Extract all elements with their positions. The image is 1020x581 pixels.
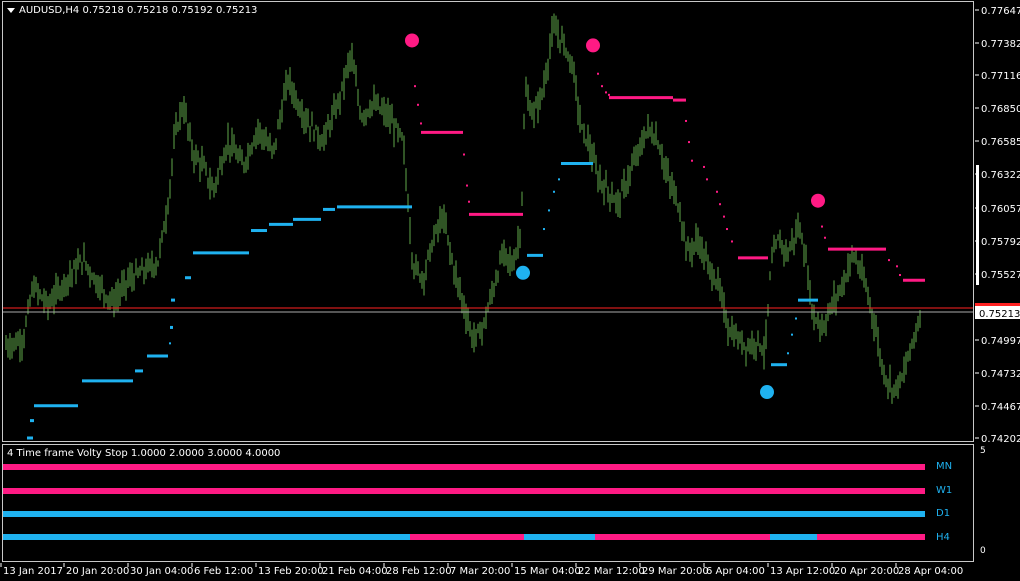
bull-stop-dot — [558, 178, 560, 181]
time-label: 22 Mar 12:00 — [578, 566, 645, 577]
mn-state-bar — [3, 464, 925, 470]
time-label: 28 Apr 04:00 — [898, 566, 963, 577]
indicator-panel[interactable]: 4 Time frame Volty Stop 1.0000 2.0000 3.… — [2, 444, 974, 562]
price-label: 0.74732 — [981, 369, 1020, 380]
bull-stop-dot — [553, 190, 555, 193]
reversal-signal-icon — [760, 385, 774, 400]
bear-stop-dot — [414, 85, 416, 88]
symbol-quote: AUDUSD,H4 0.75218 0.75218 0.75192 0.7521… — [19, 5, 258, 16]
time-label: 29 Mar 20:00 — [642, 566, 709, 577]
bear-stop-dot — [726, 228, 728, 231]
volty-stop-indicator — [3, 464, 925, 540]
indicator-title: 4 Time frame Volty Stop 1.0000 2.0000 3.… — [7, 448, 281, 459]
price-chart — [3, 13, 973, 440]
bull-stop-line — [27, 161, 818, 440]
row-label-d1: D1 — [936, 508, 951, 519]
bull-stop-dot — [543, 228, 545, 231]
indicator-axis-bottom: 0 — [980, 546, 986, 556]
bear-stop-dot — [896, 265, 898, 268]
bear-stop-dot — [691, 159, 693, 162]
time-label: 6 Feb 12:00 — [194, 566, 253, 577]
price-label: 0.74202 — [981, 434, 1020, 445]
h4-state-segment — [770, 534, 817, 540]
time-label: 13 Jan 2017 — [3, 566, 63, 577]
time-label: 28 Feb 12:00 — [386, 566, 452, 577]
time-label: 21 Feb 04:00 — [322, 566, 388, 577]
price-bars — [5, 13, 921, 404]
price-axis-labels: 0.77647 0.77382 0.77116 0.76850 0.76585 0.763… — [975, 6, 1020, 445]
time-label: 20 Jan 20:00 — [66, 566, 129, 577]
bear-stop-dot — [719, 203, 721, 206]
price-label: 0.76585 — [981, 137, 1020, 148]
h4-state-segment — [3, 534, 410, 540]
price-axis[interactable]: 0.77647 0.77382 0.77116 0.76850 0.76585 0.763… — [975, 0, 1020, 563]
bull-stop-dot — [169, 342, 171, 345]
time-label: 13 Feb 20:00 — [258, 566, 324, 577]
time-axis[interactable]: 13 Jan 2017 20 Jan 20:00 30 Jan 04:00 6 Feb… — [0, 563, 1020, 581]
h4-state-segment — [595, 534, 770, 540]
bear-stop-dot — [463, 153, 465, 156]
price-label: 0.77382 — [981, 39, 1020, 50]
bear-stop-dot — [601, 85, 603, 88]
time-label: 20 Apr 20:00 — [834, 566, 899, 577]
bear-stop-dot — [597, 72, 599, 75]
time-label: 7 Mar 20:00 — [450, 566, 510, 577]
row-label-w1: W1 — [936, 485, 953, 496]
bear-stop-dot — [420, 122, 422, 125]
bear-stop-dot — [821, 225, 823, 228]
chart-header: AUDUSD,H4 0.75218 0.75218 0.75192 0.7521… — [7, 5, 257, 16]
w1-state-bar — [3, 488, 925, 494]
reversal-signal-icon — [405, 33, 419, 48]
bear-stop-dot — [888, 259, 890, 262]
price-label: 0.76322 — [981, 170, 1020, 181]
price-label: 0.74467 — [981, 402, 1020, 413]
price-label: 0.76850 — [981, 104, 1020, 115]
price-label: 0.75792 — [981, 237, 1020, 248]
bear-stop-dot — [466, 184, 468, 187]
bull-stop-dot — [795, 317, 797, 320]
price-label: 0.77647 — [981, 6, 1020, 17]
time-label: 6 Apr 04:00 — [706, 566, 765, 577]
bear-stop-dot — [417, 103, 419, 106]
bear-stop-dot — [706, 178, 708, 181]
price-label: 0.75213 — [979, 309, 1020, 320]
h4-state-segment — [524, 534, 595, 540]
indicator-axis-top: 5 — [980, 446, 986, 456]
h4-state-segment — [817, 534, 925, 540]
reversal-signal-icon — [586, 38, 600, 53]
main-chart-panel[interactable]: AUDUSD,H4 0.75218 0.75218 0.75192 0.7521… — [2, 1, 974, 442]
time-label: 30 Jan 04:00 — [130, 566, 193, 577]
price-label: 0.74997 — [981, 336, 1020, 347]
bull-stop-dot — [791, 333, 793, 336]
time-axis-labels: 13 Jan 2017 20 Jan 20:00 30 Jan 04:00 6 Feb… — [0, 563, 963, 577]
bear-stop-dot — [685, 119, 687, 122]
bear-stop-dot — [468, 200, 470, 203]
row-label-h4: H4 — [936, 532, 950, 543]
bear-stop-dot — [731, 240, 733, 243]
reversal-signal-icon — [811, 193, 825, 208]
bear-stop-dot — [824, 236, 826, 239]
bull-stop-dot — [548, 209, 550, 212]
bull-stop-dot — [787, 352, 789, 355]
reversal-signal-icon — [516, 265, 530, 280]
h4-state-segment — [410, 534, 524, 540]
price-label: 0.75527 — [981, 270, 1020, 281]
bear-stop-dot — [723, 215, 725, 218]
bear-stop-dot — [605, 91, 607, 94]
row-label-mn: MN — [936, 461, 953, 472]
bear-stop-dot — [608, 93, 610, 96]
d1-state-bar — [3, 511, 925, 517]
time-label: 13 Apr 12:00 — [770, 566, 835, 577]
bear-stop-dot — [899, 274, 901, 277]
price-label: 0.76057 — [981, 204, 1020, 215]
time-label: 15 Mar 04:00 — [514, 566, 581, 577]
bear-stop-dot — [688, 141, 690, 144]
price-label: 0.77116 — [981, 71, 1020, 82]
bear-stop-dot — [703, 165, 705, 168]
scroll-indicator — [976, 165, 979, 285]
bear-stop-dot — [716, 190, 718, 193]
triangle-down-icon[interactable] — [7, 7, 15, 13]
current-price-marker — [975, 303, 1020, 306]
